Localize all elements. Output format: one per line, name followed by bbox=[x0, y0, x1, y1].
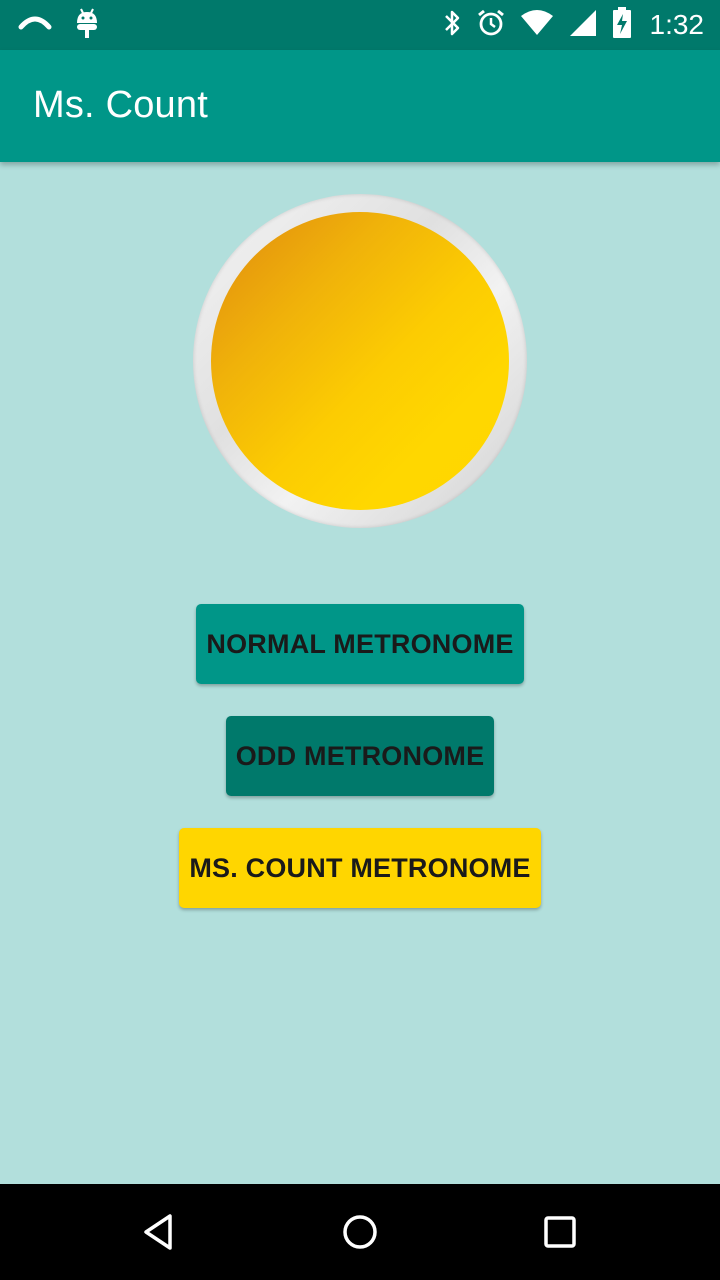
app-title: Ms. Count bbox=[33, 84, 208, 126]
main-content: NORMAL METRONOME ODD METRONOME MS. COUNT… bbox=[0, 162, 720, 1184]
odd-metronome-button[interactable]: ODD METRONOME bbox=[226, 716, 494, 796]
beat-light-indicator bbox=[193, 194, 527, 528]
back-icon[interactable] bbox=[136, 1208, 184, 1256]
app-bar: Ms. Count bbox=[0, 50, 720, 162]
status-bar: 1:32 bbox=[0, 0, 720, 50]
android-debug-icon bbox=[74, 7, 100, 44]
notification-icon bbox=[18, 13, 52, 38]
status-time: 1:32 bbox=[649, 9, 705, 40]
status-right-icons: 1:32 bbox=[442, 0, 705, 50]
alarm-icon bbox=[476, 8, 506, 43]
status-left-icons bbox=[18, 0, 100, 50]
recents-icon[interactable] bbox=[536, 1208, 584, 1256]
bluetooth-icon bbox=[442, 8, 462, 43]
wifi-icon bbox=[520, 9, 554, 41]
navigation-bar bbox=[0, 1184, 720, 1280]
home-icon[interactable] bbox=[336, 1208, 384, 1256]
battery-charging-icon bbox=[612, 6, 632, 44]
beat-light-fill bbox=[211, 212, 509, 510]
normal-metronome-button[interactable]: NORMAL METRONOME bbox=[196, 604, 524, 684]
ms-count-metronome-button[interactable]: MS. COUNT METRONOME bbox=[179, 828, 541, 908]
cellular-signal-icon bbox=[568, 9, 598, 42]
